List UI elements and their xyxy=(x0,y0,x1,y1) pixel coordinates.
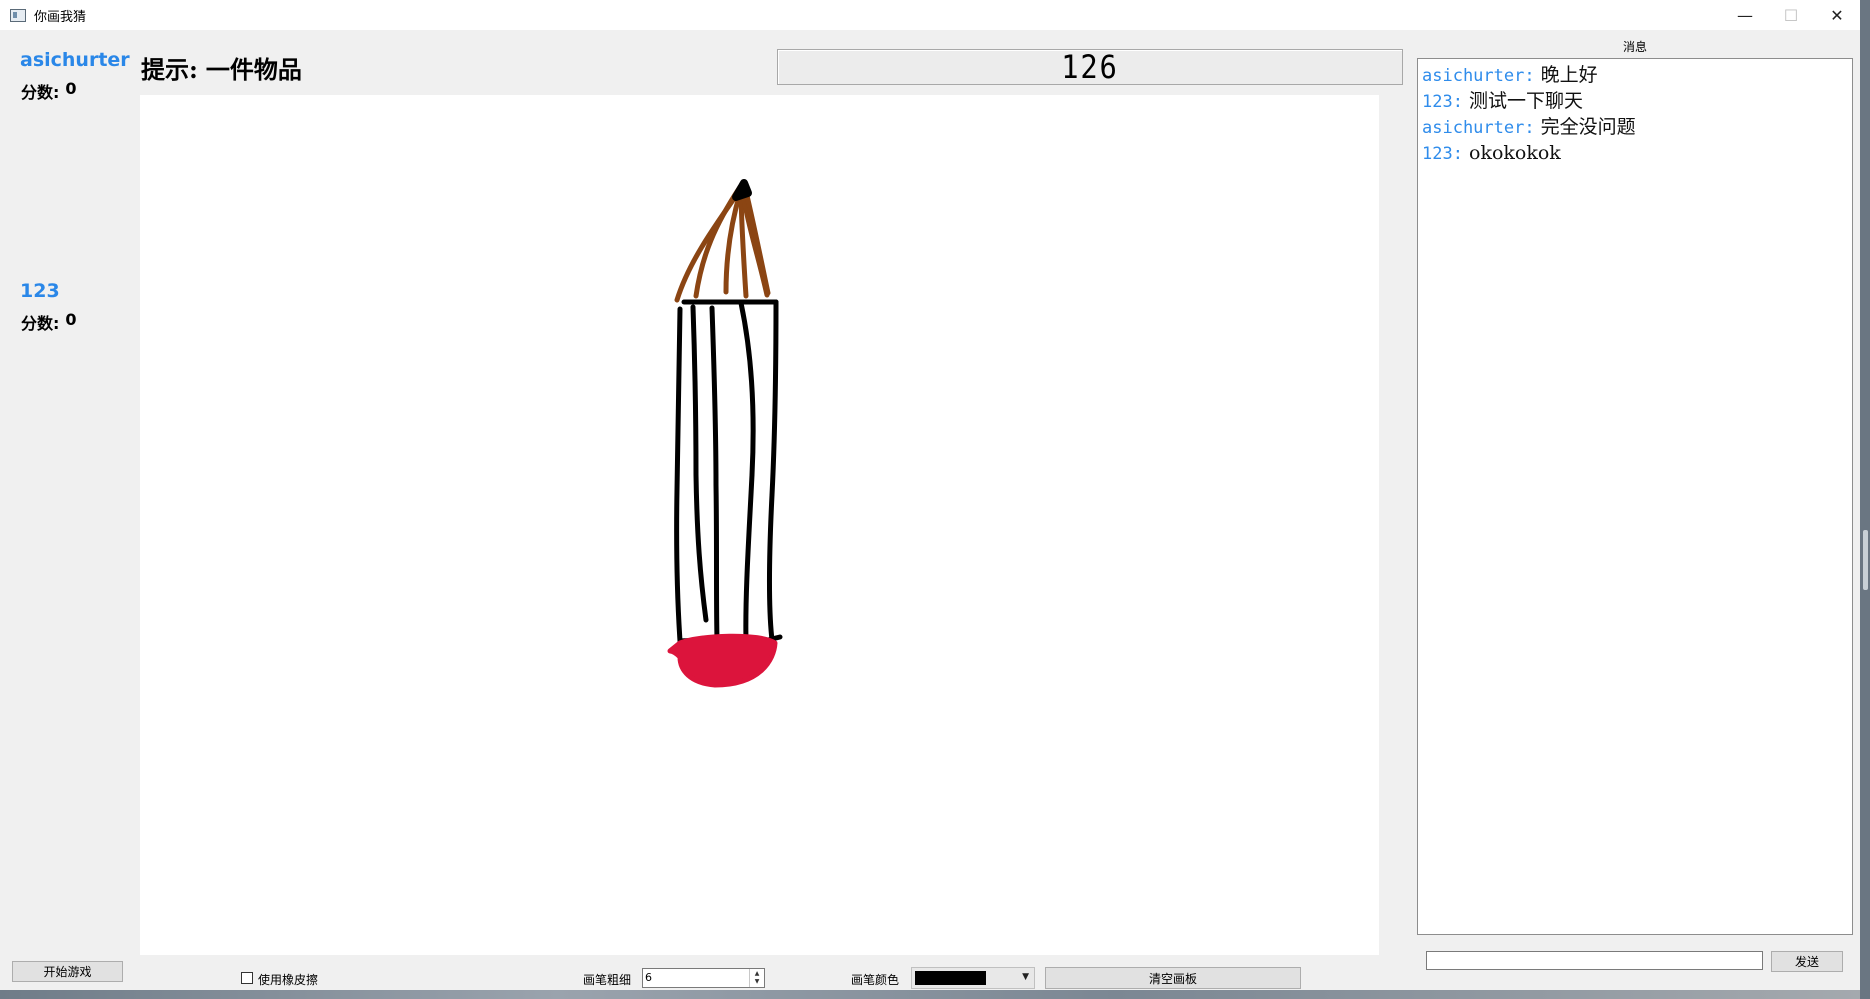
eraser-checkbox[interactable] xyxy=(241,972,253,984)
maximize-icon: ☐ xyxy=(1783,5,1799,25)
drawing-strokes xyxy=(667,179,783,688)
pen-size-label: 画笔粗细 xyxy=(583,973,632,987)
pen-color-swatch xyxy=(915,971,986,985)
score-value: 0 xyxy=(65,79,77,98)
message-sender: 123: xyxy=(1422,144,1463,164)
score-label: 分数: xyxy=(21,83,60,102)
app-window: 你画我猜 — ☐ ✕ asichurter 分数: 0 123 分数: 0 提示… xyxy=(0,0,1861,999)
message-sender: asichurter: xyxy=(1422,118,1535,138)
pencil-body-strokes xyxy=(674,299,783,644)
message-text: 完全没问题 xyxy=(1540,116,1636,138)
close-icon[interactable]: ✕ xyxy=(1814,0,1860,30)
player-score-2: 分数: 0 xyxy=(21,310,77,334)
spin-arrows-icon[interactable]: ▲ ▼ xyxy=(749,969,764,987)
chevron-down-icon: ▼ xyxy=(1022,972,1029,982)
pen-color-label: 画笔颜色 xyxy=(851,973,900,987)
hint-text: 提示: 一件物品 xyxy=(141,50,302,85)
message-text: okokokok xyxy=(1469,142,1561,164)
chat-log[interactable]: asichurter: 晚上好 123: 测试一下聊天 asichurter: … xyxy=(1417,58,1853,935)
chat-header: 消息 xyxy=(1622,40,1647,54)
score-label: 分数: xyxy=(21,314,60,333)
desktop-background xyxy=(0,990,1860,999)
pen-size-spinbox[interactable]: 6 ▲ ▼ xyxy=(642,968,765,988)
chat-message: asichurter: 完全没问题 xyxy=(1422,115,1848,141)
chat-message: 123: okokokok xyxy=(1422,141,1848,167)
countdown-timer: 126 xyxy=(777,48,1403,86)
eraser-label: 使用橡皮擦 xyxy=(258,973,319,987)
drawing-canvas[interactable] xyxy=(140,95,1379,955)
pencil-tip-strokes xyxy=(674,180,771,303)
clear-canvas-button[interactable]: 清空画板 xyxy=(1045,967,1301,989)
minimize-icon[interactable]: — xyxy=(1722,0,1768,30)
send-button[interactable]: 发送 xyxy=(1771,951,1843,972)
chat-input[interactable] xyxy=(1426,951,1763,970)
player-score-1: 分数: 0 xyxy=(21,79,77,103)
timer-value: 126 xyxy=(1061,48,1119,86)
message-sender: asichurter: xyxy=(1422,66,1535,86)
message-sender: 123: xyxy=(1422,92,1463,112)
message-text: 晚上好 xyxy=(1540,64,1598,86)
player-name-1: asichurter xyxy=(20,49,130,71)
chat-message: 123: 测试一下聊天 xyxy=(1422,89,1848,115)
start-game-button[interactable]: 开始游戏 xyxy=(12,961,123,982)
hint-value: 一件物品 xyxy=(205,55,302,84)
pencil-eraser-fill xyxy=(667,633,778,688)
pencil-lead-stroke xyxy=(732,179,752,201)
title-bar[interactable]: 你画我猜 — ☐ ✕ xyxy=(0,0,1860,30)
player-name-2: 123 xyxy=(20,280,60,302)
pen-color-select[interactable]: ▼ xyxy=(911,967,1035,989)
message-text: 测试一下聊天 xyxy=(1469,90,1584,112)
window-title: 你画我猜 xyxy=(34,9,87,25)
pen-size-value: 6 xyxy=(645,971,652,984)
score-value: 0 xyxy=(65,310,77,329)
desktop-scrollbar xyxy=(1860,0,1870,999)
app-icon xyxy=(10,8,26,22)
hint-label: 提示: xyxy=(141,55,198,84)
chat-message: asichurter: 晚上好 xyxy=(1422,63,1848,89)
